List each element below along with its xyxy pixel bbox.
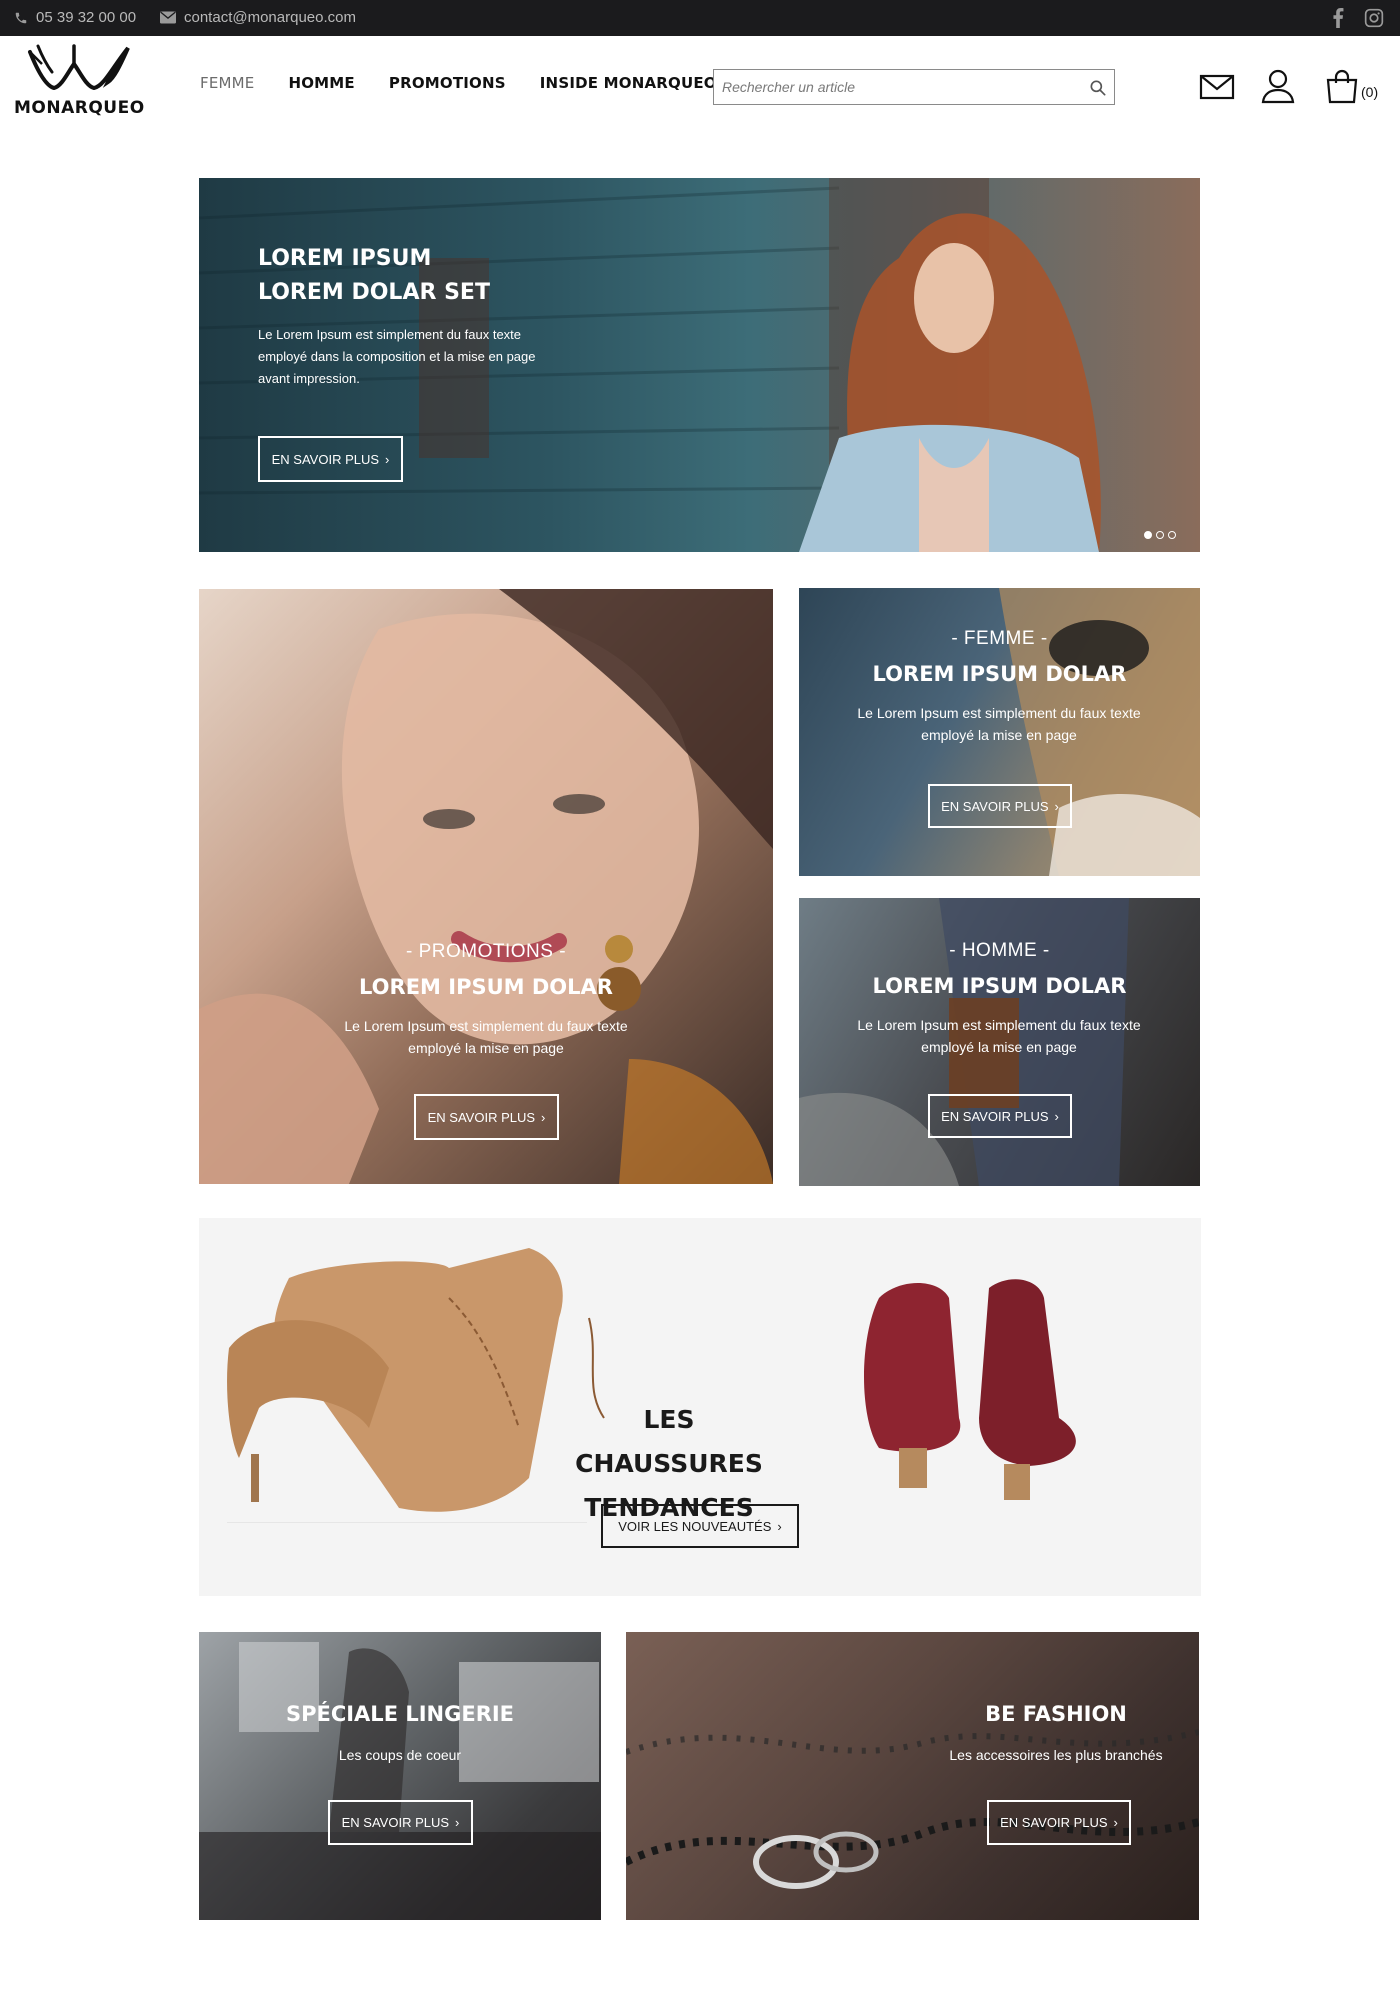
phone-icon xyxy=(15,12,27,23)
fashion-image xyxy=(626,1729,1199,1889)
fashion-content: BE FASHION Les accessoires les plus bran… xyxy=(926,1702,1186,1766)
femme-title: LOREM IPSUM DOLAR xyxy=(872,662,1127,686)
shoes-button-label: VOIR LES NOUVEAUTÉS xyxy=(618,1518,772,1534)
chevron-right-icon: › xyxy=(1054,1108,1059,1124)
view-new-arrivals-button[interactable]: VOIR LES NOUVEAUTÉS › xyxy=(601,1504,799,1548)
trending-shoes-banner[interactable]: LES CHAUSSURES TENDANCES VOIR LES NOUVEA… xyxy=(199,1218,1201,1596)
shoes-shadow xyxy=(227,1522,587,1523)
envelope-icon xyxy=(160,11,176,24)
chevron-right-icon: › xyxy=(455,1815,460,1830)
email-address: contact@monarqueo.com xyxy=(184,9,356,26)
promotions-title: LOREM IPSUM DOLAR xyxy=(359,975,613,999)
promotions-content: - PROMOTIONS - LOREM IPSUM DOLAR Le Lore… xyxy=(199,941,773,1059)
hero-description: Le Lorem Ipsum est simplement du faux te… xyxy=(258,327,536,386)
fashion-button-label: EN SAVOIR PLUS xyxy=(1000,1815,1108,1830)
slider-dot[interactable] xyxy=(1144,531,1152,539)
homme-learn-more-button[interactable]: EN SAVOIR PLUS › xyxy=(928,1094,1072,1138)
femme-card[interactable]: - FEMME - LOREM IPSUM DOLAR Le Lorem Ips… xyxy=(799,588,1200,876)
nav-item-homme[interactable]: HOMME xyxy=(288,74,354,92)
cart-count[interactable]: (0) xyxy=(1361,84,1378,100)
user-account-icon[interactable] xyxy=(1258,66,1298,106)
femme-kicker: - FEMME - xyxy=(951,628,1048,649)
hero-slider[interactable]: LOREM IPSUM LOREM DOLAR SET Le Lorem Ips… xyxy=(199,178,1200,552)
instagram-icon[interactable] xyxy=(1362,6,1386,30)
homme-content: - HOMME - LOREM IPSUM DOLAR Le Lorem Ips… xyxy=(799,940,1200,1058)
lingerie-button-label: EN SAVOIR PLUS xyxy=(341,1815,450,1830)
lingerie-content: SPÉCIALE LINGERIE Les coups de coeur xyxy=(199,1702,601,1766)
chevron-right-icon: › xyxy=(385,451,390,467)
fashion-learn-more-button[interactable]: EN SAVOIR PLUS › xyxy=(987,1800,1131,1845)
facebook-icon[interactable] xyxy=(1326,6,1350,30)
fashion-subtitle: Les accessoires les plus branchés xyxy=(949,1747,1163,1763)
chevron-right-icon: › xyxy=(1113,1815,1118,1830)
homme-description: Le Lorem Ipsum est simplement du faux te… xyxy=(857,1017,1141,1055)
hero-button-label: EN SAVOIR PLUS xyxy=(271,451,380,467)
crown-icon xyxy=(28,44,130,91)
lingerie-title: SPÉCIALE LINGERIE xyxy=(285,1702,515,1726)
homme-kicker: - HOMME - xyxy=(949,940,1050,961)
shopping-bag-icon[interactable] xyxy=(1322,66,1362,106)
hero-title-line2: LOREM DOLAR SET xyxy=(258,280,490,305)
femme-button-label: EN SAVOIR PLUS xyxy=(941,798,1049,814)
email-contact[interactable]: contact@monarqueo.com xyxy=(160,9,356,26)
promotions-kicker: - PROMOTIONS - xyxy=(405,941,567,962)
top-bar: 05 39 32 00 00 contact@monarqueo.com xyxy=(0,0,1400,36)
chevron-right-icon: › xyxy=(541,1109,546,1125)
mail-icon[interactable] xyxy=(1197,66,1237,106)
homme-title: LOREM IPSUM DOLAR xyxy=(872,974,1127,998)
hero-learn-more-button[interactable]: EN SAVOIR PLUS › xyxy=(258,436,403,482)
promotions-card[interactable]: - PROMOTIONS - LOREM IPSUM DOLAR Le Lore… xyxy=(199,589,773,1184)
lingerie-card[interactable]: SPÉCIALE LINGERIE Les coups de coeur EN … xyxy=(199,1632,601,1920)
search-input[interactable] xyxy=(714,70,1074,104)
nav-item-promotions[interactable]: PROMOTIONS xyxy=(389,74,506,92)
logo-wordmark: MONARQUEO xyxy=(14,98,145,118)
promotions-button-label: EN SAVOIR PLUS xyxy=(427,1109,536,1125)
femme-content: - FEMME - LOREM IPSUM DOLAR Le Lorem Ips… xyxy=(799,628,1200,746)
hero-title: LOREM IPSUM LOREM DOLAR SET xyxy=(258,242,490,310)
main-nav: FEMME HOMME PROMOTIONS INSIDE MONARQUEO xyxy=(200,74,717,92)
promotions-learn-more-button[interactable]: EN SAVOIR PLUS › xyxy=(414,1094,559,1140)
fashion-title: BE FASHION xyxy=(985,1702,1127,1726)
lingerie-image xyxy=(199,1642,601,1920)
homme-button-label: EN SAVOIR PLUS xyxy=(941,1108,1049,1124)
search-box xyxy=(713,69,1115,105)
search-icon[interactable] xyxy=(1088,78,1108,98)
nav-item-inside-monarqueo[interactable]: INSIDE MONARQUEO xyxy=(540,74,717,92)
chevron-right-icon: › xyxy=(777,1518,782,1534)
be-fashion-card[interactable]: BE FASHION Les accessoires les plus bran… xyxy=(626,1632,1199,1920)
lingerie-learn-more-button[interactable]: EN SAVOIR PLUS › xyxy=(328,1800,473,1845)
slider-dots xyxy=(1144,531,1176,539)
homme-card[interactable]: - HOMME - LOREM IPSUM DOLAR Le Lorem Ips… xyxy=(799,898,1200,1186)
slider-dot[interactable] xyxy=(1168,531,1176,539)
femme-description: Le Lorem Ipsum est simplement du faux te… xyxy=(857,705,1141,743)
phone-contact[interactable]: 05 39 32 00 00 xyxy=(14,9,136,26)
lingerie-subtitle: Les coups de coeur xyxy=(338,1747,462,1763)
brand-logo[interactable]: MONARQUEO xyxy=(14,42,145,132)
promotions-description: Le Lorem Ipsum est simplement du faux te… xyxy=(344,1018,628,1056)
phone-number: 05 39 32 00 00 xyxy=(36,9,137,26)
nav-item-femme[interactable]: FEMME xyxy=(200,74,254,92)
chevron-right-icon: › xyxy=(1054,798,1059,814)
hero-title-line1: LOREM IPSUM xyxy=(258,246,432,271)
slider-dot[interactable] xyxy=(1156,531,1164,539)
shoes-title-line1: LES CHAUSSURES xyxy=(575,1405,763,1478)
femme-learn-more-button[interactable]: EN SAVOIR PLUS › xyxy=(928,784,1072,828)
